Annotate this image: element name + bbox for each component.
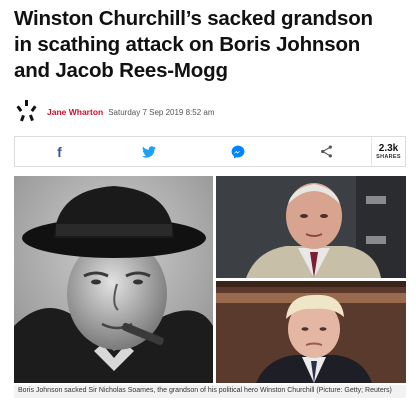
publish-date: Saturday 7 Sep 2019 8:52 am <box>108 107 215 117</box>
facebook-icon: f <box>57 143 62 160</box>
messenger-share-button[interactable] <box>193 137 282 166</box>
facebook-share-button[interactable]: f <box>15 137 104 166</box>
article-headline: Winston Churchill’s sacked grandson in s… <box>14 6 408 84</box>
share-count-number: 2.3k <box>378 142 399 154</box>
messenger-icon <box>231 145 244 158</box>
twitter-icon <box>141 145 156 158</box>
share-bar: f 2.3k SHARES <box>14 136 406 167</box>
photo-caption: Boris Johnson sacked Sir Nicholas Soames… <box>14 385 406 398</box>
share-count: 2.3k SHARES <box>371 137 405 166</box>
johnson-photo <box>216 281 406 383</box>
byline: Jane Wharton Saturday 7 Sep 2019 8:52 am <box>14 98 404 126</box>
twitter-share-button[interactable] <box>104 137 193 166</box>
share-count-label: SHARES <box>376 153 401 160</box>
churchill-photo <box>14 176 213 383</box>
soames-photo <box>216 176 406 278</box>
publisher-logo-icon <box>14 99 40 125</box>
share-icon <box>321 145 332 158</box>
headline-line-3: and Jacob Rees-Mogg <box>14 59 228 82</box>
generic-share-button[interactable] <box>282 137 371 166</box>
headline-line-1: Winston Churchill’s sacked grandson <box>14 7 373 30</box>
headline-line-2: in scathing attack on Boris Johnson <box>14 33 361 56</box>
author-link[interactable]: Jane Wharton <box>47 107 103 117</box>
